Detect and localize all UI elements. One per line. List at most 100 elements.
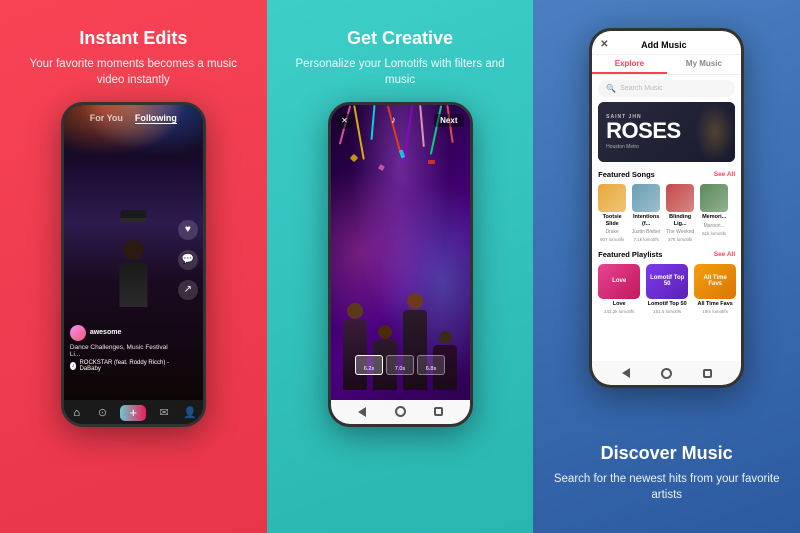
left-phone: For You Following ♥ 💬 ↗ [61,102,206,427]
nav-search[interactable]: ⊙ [95,405,111,421]
music-close-btn[interactable]: ✕ [600,39,608,50]
song-artist-3: Maroon... [699,223,729,229]
clips-bar: 6.2s 7.0s 6.8s [331,355,470,375]
left-subtitle: Your favorite moments becomes a music vi… [18,56,249,88]
music-ui: ✕ Add Music Explore My Music 🔍 Search Mu… [592,31,741,361]
middle-panel: Get Creative Personalize your Lomotifs w… [267,0,534,533]
playlist-card-2[interactable]: All Time Favs All Time Favs 18m lomotifs [694,264,736,314]
share-action[interactable]: ↗ [178,280,198,300]
tiktok-actions: ♥ 💬 ↗ [178,220,198,300]
right-title: Discover Music [551,443,782,465]
next-button[interactable]: Next [434,114,463,127]
playlist-card-0[interactable]: LoveLove243.2k lomotifs [598,264,640,314]
song-card-3[interactable]: Memori...Maroon...51k lomotifs [700,184,728,243]
like-action[interactable]: ♥ [178,220,198,240]
right-nav-home[interactable] [660,366,674,380]
playlist-card-1[interactable]: Lomotif Top 50Lomotif Top 50161.6 lomoti… [646,264,688,314]
confetti-4 [428,160,435,164]
performer-hat [120,210,146,222]
tiktok-bottom-info: awesome Dance Challenges, Music Festival… [70,325,173,372]
nav-home[interactable]: ⌂ [69,405,85,421]
clip-3[interactable]: 6.8s [417,355,445,375]
right-home-icon [661,368,672,379]
clip-2[interactable]: 7.0s [386,355,414,375]
back-icon [358,407,366,417]
playlists-row: LoveLove243.2k lomotifsLomotif Top 50Lom… [592,262,741,318]
tab-explore[interactable]: Explore [592,55,667,74]
music-bar: ♪ ROCKSTAR (feat. Roddy Ricch) - DaBaby [70,360,173,372]
confetti-1 [350,154,358,162]
jhn-label: Houston Metro [606,144,681,150]
username: awesome [90,329,122,336]
avatar [70,325,86,341]
nav-back[interactable] [355,405,369,419]
music-note-btn[interactable]: ♪ [385,113,401,129]
head-4 [439,331,452,344]
right-phone-wrap: ✕ Add Music Explore My Music 🔍 Search Mu… [551,28,782,433]
username-row: awesome [70,325,173,341]
close-button[interactable]: ✕ [337,113,353,129]
left-phone-wrap: For You Following ♥ 💬 ↗ [18,102,249,517]
tab-following[interactable]: Following [135,113,177,124]
middle-phone-wrap: ✕ ♪ Next 6.2s 7.0s 6.8s [285,102,516,517]
playlist-stats-1: 161.6 lomotifs [653,309,681,314]
performer-body [119,262,147,307]
featured-playlists-label: Featured Playlists [598,250,662,259]
search-placeholder: Search Music [620,85,662,92]
song-card-2[interactable]: Blinding Lig...The Weeknd378 lomotifs [666,184,694,243]
right-nav-back[interactable] [619,366,633,380]
comment-action[interactable]: 💬 [178,250,198,270]
head-1 [347,303,363,319]
songs-row: Tootsie SlideDrake907 lomotifsIntentions… [592,182,741,247]
search-bar[interactable]: 🔍 Search Music [598,80,735,97]
middle-subtitle: Personalize your Lomotifs with filters a… [285,56,516,88]
playlist-art-2: All Time Favs [694,264,736,299]
song-art-3 [700,184,728,212]
nav-home-btn[interactable] [393,405,407,419]
song-card-0[interactable]: Tootsie SlideDrake907 lomotifs [598,184,626,243]
clip-1[interactable]: 6.2s [355,355,383,375]
song-artist-1: Justin Bieber [631,229,661,235]
playlist-art-1: Lomotif Top 50 [646,264,688,299]
playlist-title-0: Love [597,301,641,307]
middle-title: Get Creative [347,28,453,50]
person-1 [341,303,369,390]
song-artist-2: The Weeknd [665,229,695,235]
left-title: Instant Edits [79,28,187,50]
featured-songs-label: Featured Songs [598,170,655,179]
music-text: ROCKSTAR (feat. Roddy Ricch) - DaBaby [79,360,172,372]
person-3 [401,293,429,390]
playlist-stats-0: 243.2k lomotifs [604,309,634,314]
right-panel-bottom: Discover Music Search for the newest hit… [551,433,782,517]
nav-profile[interactable]: 👤 [182,405,198,421]
nav-recents[interactable] [431,405,445,419]
tab-my-music[interactable]: My Music [667,55,742,74]
song-card-1[interactable]: Intentions (f... Justin Bieber 7.1k lomoti… [632,184,660,243]
comment-icon: 💬 [178,250,198,270]
playlists-see-all[interactable]: See All [714,251,735,258]
caption: Dance Challenges, Music Festival Li... [70,344,173,358]
tab-for-you[interactable]: For You [90,113,123,124]
right-nav-recents[interactable] [700,366,714,380]
featured-art: SAINT JHN ROSES Houston Metro [598,102,735,162]
right-phone: ✕ Add Music Explore My Music 🔍 Search Mu… [589,28,744,388]
songs-see-all[interactable]: See All [714,171,735,178]
left-phone-screen: For You Following ♥ 💬 ↗ [64,105,203,400]
playlist-stats-2: 18m lomotifs [702,309,728,314]
featured-playlists-header: Featured Playlists See All [592,247,741,262]
music-tabs: Explore My Music [592,55,741,75]
song-art-0 [598,184,626,212]
song-stats-1: 7.1k lomotifs [631,237,661,242]
song-title-3: Memori... [699,214,729,221]
left-panel: Instant Edits Your favorite moments beco… [0,0,267,533]
playlist-title-2: All Time Favs [693,301,737,307]
featured-songs-header: Featured Songs See All [592,167,741,182]
home-circle-icon [395,406,406,417]
mid-header: ✕ ♪ Next [337,113,464,129]
song-title-1: Intentions (f... [631,214,661,227]
nav-inbox[interactable]: ✉ [156,405,172,421]
album-text: SAINT JHN ROSES Houston Metro [606,114,681,150]
right-recents-icon [703,369,712,378]
nav-plus[interactable]: + [120,405,146,421]
share-icon: ↗ [178,280,198,300]
